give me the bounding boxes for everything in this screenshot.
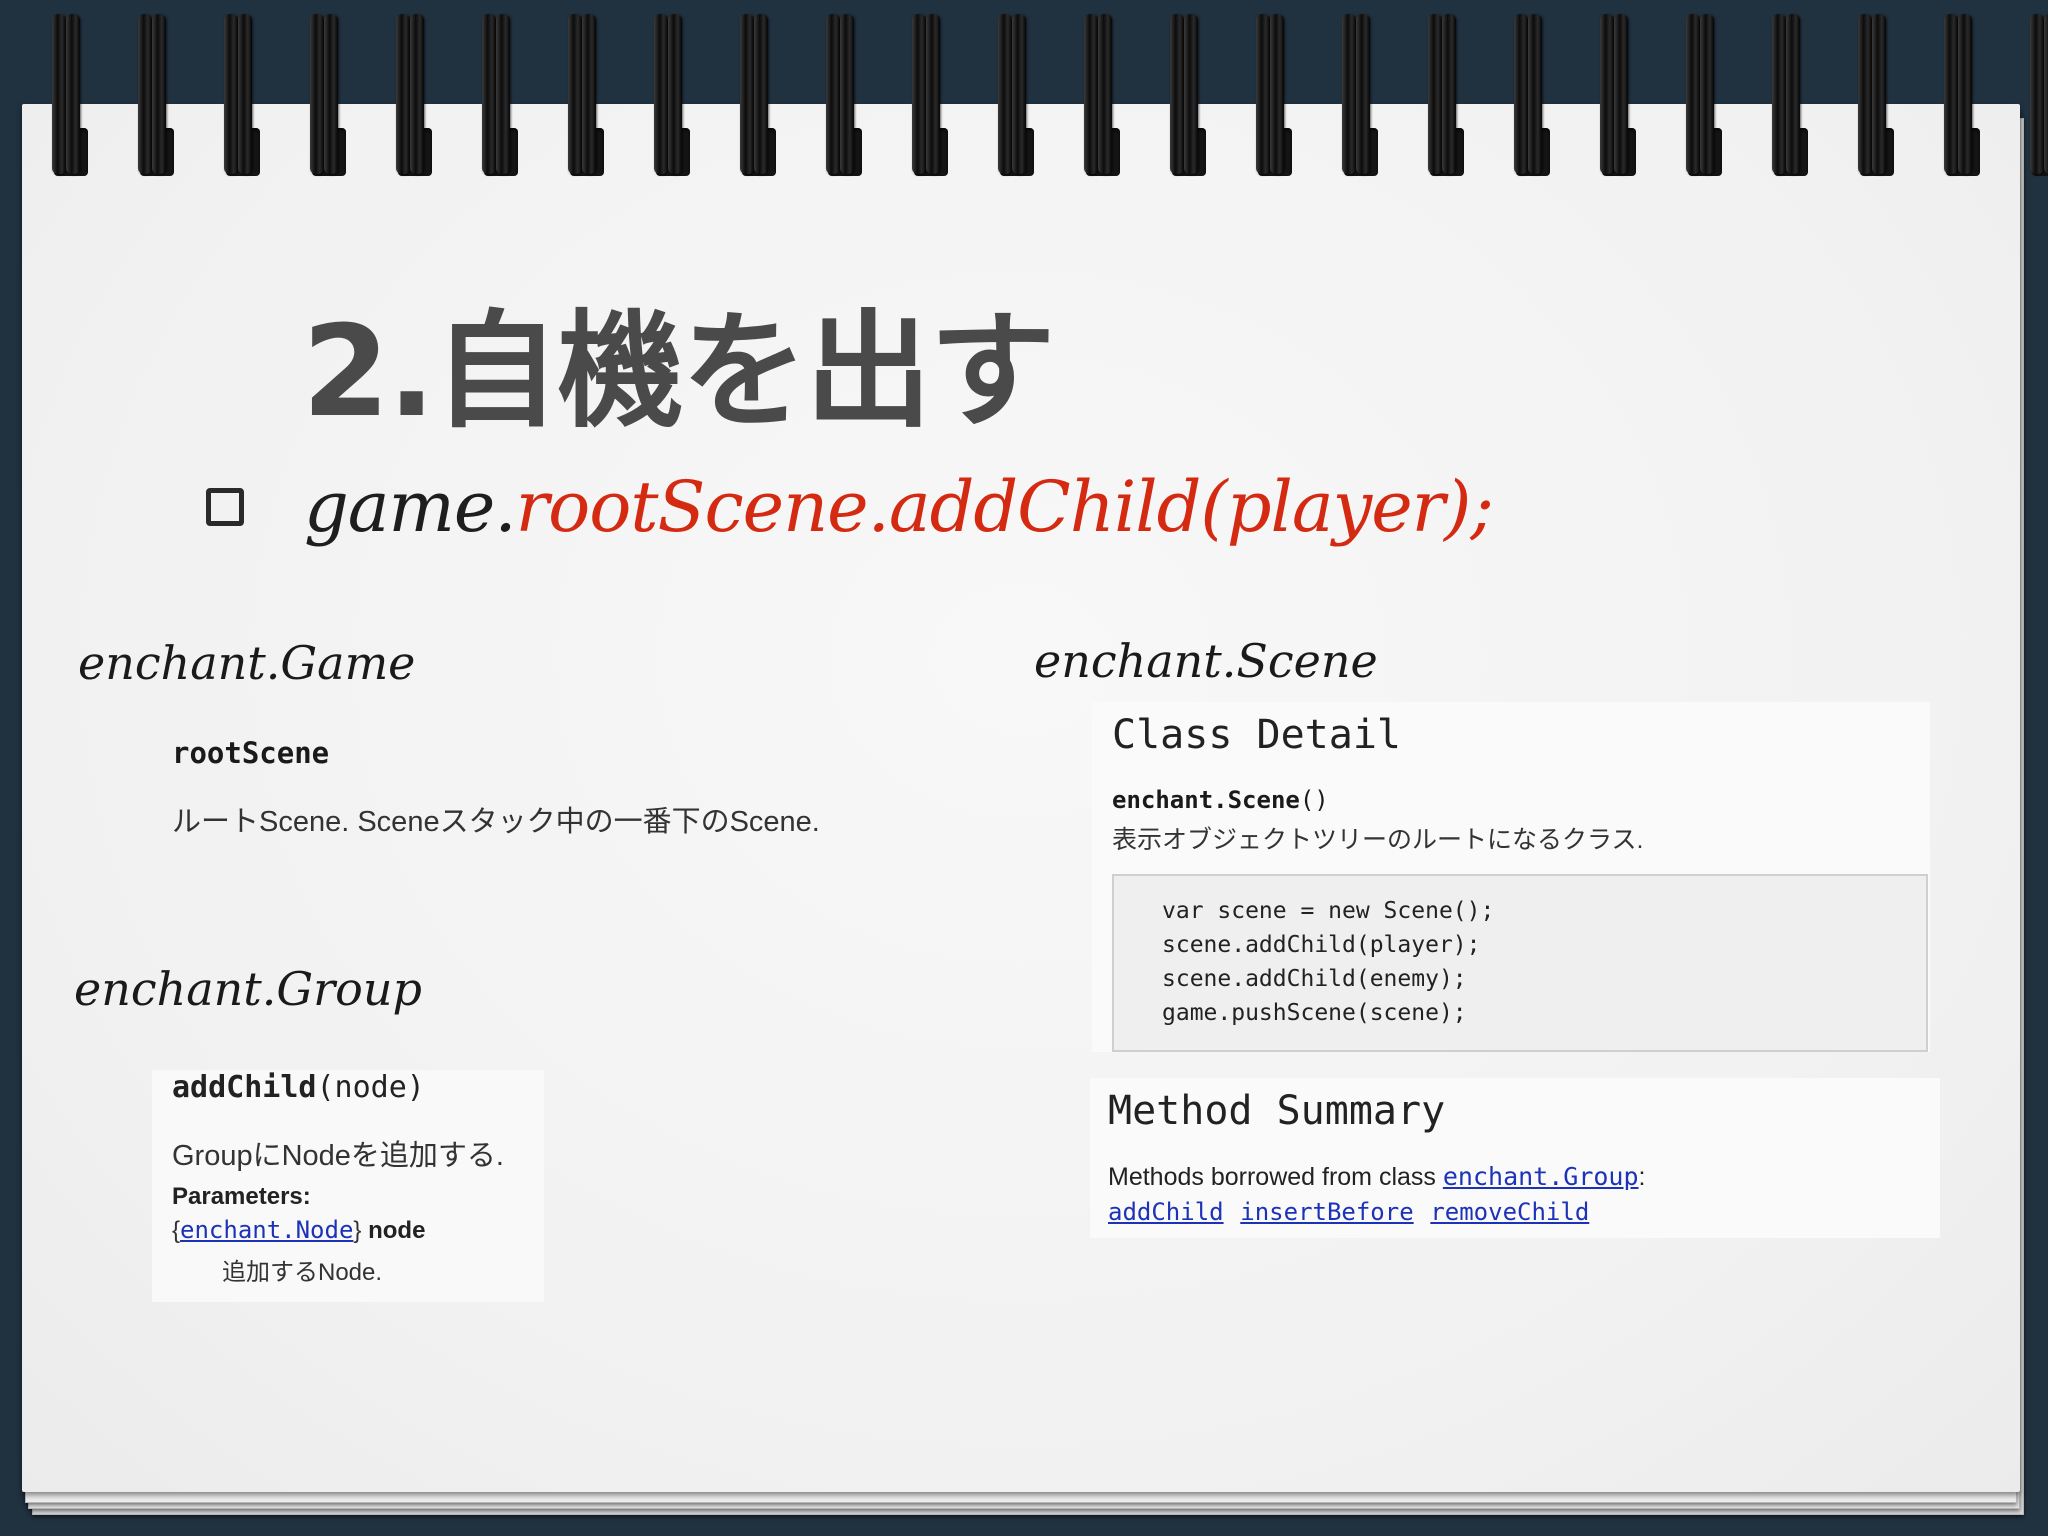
scene-doc-panel: Class Detail enchant.Scene() 表示オブジェクトツリー… [1092,702,1930,1052]
borrowed-class-link[interactable]: enchant.Group [1443,1162,1639,1191]
slide-title: 2.自機を出す [302,298,1056,445]
method-signature: addChild(node) [172,1070,425,1105]
code-line: scene.addChild(player); [1162,932,1481,958]
code-line: var scene = new Scene(); [1162,898,1495,924]
parameter-entry: {enchant.Node} node [172,1216,425,1245]
borrowed-text: Methods borrowed from class [1108,1163,1443,1191]
param-brace-close: } [353,1217,362,1244]
method-description: GroupにNodeを追加する. [172,1140,504,1172]
class-description: 表示オブジェクトツリーのルートになるクラス. [1112,826,1644,854]
bullet-code: game.rootScene.addChild(player); [304,466,1494,548]
param-brace-open: { [172,1217,181,1244]
code-line: game.pushScene(scene); [1162,1000,1467,1026]
param-type-link[interactable]: enchant.Node [180,1216,353,1244]
method-args: (node) [316,1070,425,1105]
method-summary-panel: Method Summary Methods borrowed from cla… [1090,1078,1940,1238]
code-example: var scene = new Scene(); scene.addChild(… [1112,874,1928,1052]
binding-ring [2044,14,2048,174]
constructor-signature: enchant.Scene() [1112,786,1329,814]
checkbox-bullet-icon [206,488,244,526]
method-name: addChild [172,1070,317,1105]
bullet-item: game.rootScene.addChild(player); [206,462,1494,552]
class-detail-heading: Class Detail [1112,712,1401,758]
constructor-name: enchant.Scene [1112,786,1300,814]
method-link-addchild[interactable]: addChild [1108,1198,1224,1226]
method-summary-heading: Method Summary [1108,1088,1446,1134]
binding-ring [2030,14,2044,174]
method-link-insertbefore[interactable]: insertBefore [1240,1198,1413,1226]
param-description: 追加するNode. [222,1259,383,1286]
property-name: rootScene [172,736,330,770]
code-line: scene.addChild(enemy); [1162,966,1467,992]
binding-hole [2032,128,2048,176]
borrowed-colon: : [1638,1163,1646,1191]
label-enchant-group: enchant.Group [74,962,422,1016]
group-doc-panel: addChild(node) GroupにNodeを追加する. Paramete… [152,1070,544,1302]
parameters-label: Parameters: [172,1183,311,1210]
borrowed-methods-line: Methods borrowed from class enchant.Grou… [1108,1162,1645,1192]
constructor-parens: () [1299,786,1329,814]
param-name: node [368,1217,426,1244]
label-enchant-game: enchant.Game [78,636,416,690]
method-link-removechild[interactable]: removeChild [1430,1198,1589,1226]
bullet-code-highlight: rootScene.addChild(player); [515,466,1494,548]
label-enchant-scene: enchant.Scene [1034,634,1378,688]
property-description: ルートScene. Sceneスタック中の一番下のScene. [172,806,820,838]
method-links: addChild insertBefore removeChild [1108,1198,1599,1227]
bullet-code-plain: game. [304,466,517,548]
